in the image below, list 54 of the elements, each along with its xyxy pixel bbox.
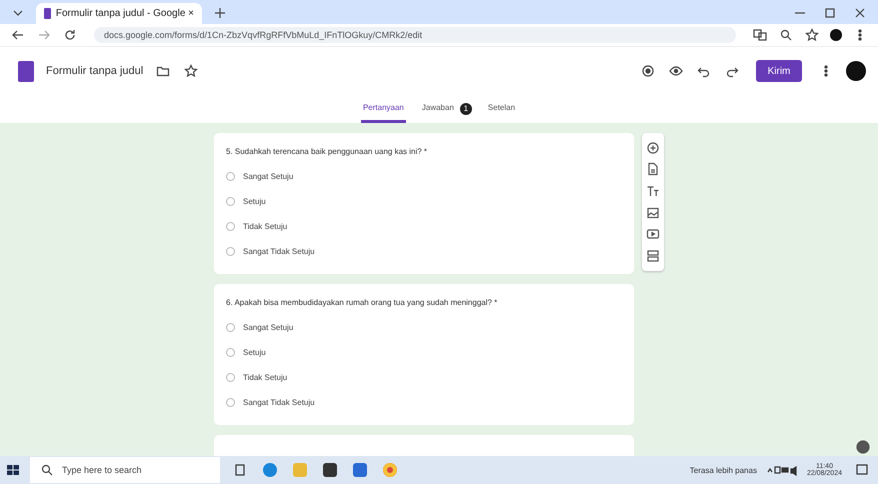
windows-icon[interactable] xyxy=(6,463,20,477)
section-icon[interactable] xyxy=(646,249,660,264)
send-button[interactable]: Kirim xyxy=(756,60,802,82)
weather-text[interactable]: Terasa lebih panas xyxy=(690,466,757,474)
translate-icon[interactable] xyxy=(753,28,767,42)
form-title[interactable]: Formulir tanpa judul xyxy=(46,65,144,77)
option-label: Setuju xyxy=(243,197,266,206)
forms-icon[interactable] xyxy=(18,60,34,82)
avatar-icon[interactable] xyxy=(846,61,866,81)
option-label: Setuju xyxy=(243,348,266,357)
count-badge: 1 xyxy=(460,103,472,115)
forms-icon xyxy=(44,8,51,19)
notification-icon[interactable] xyxy=(855,463,869,477)
radio-button[interactable] xyxy=(226,172,235,181)
import-icon[interactable] xyxy=(646,162,660,176)
search-icon xyxy=(40,463,54,477)
new-tab-icon[interactable] xyxy=(213,6,227,20)
zoom-icon[interactable] xyxy=(779,28,793,42)
option-label: Sangat Tidak Setuju xyxy=(243,247,315,256)
option-label: Tidak Setuju xyxy=(243,373,288,382)
option-label: Tidak Setuju xyxy=(243,222,288,231)
avatar-icon[interactable] xyxy=(830,29,842,41)
title-icon[interactable] xyxy=(646,184,660,198)
option-label: Sangat Setuju xyxy=(243,323,294,332)
form-tab[interactable]: Setelan xyxy=(486,95,518,123)
question-text: 6. Apakah bisa membudidayakan rumah orang tua yang sudah meninggal? * xyxy=(226,298,498,307)
system-tray-icon[interactable] xyxy=(766,463,797,477)
restore-icon[interactable] xyxy=(823,6,837,20)
add-question-icon[interactable] xyxy=(646,140,660,155)
address-bar[interactable]: docs.google.com/forms/d/1Cn-ZbzVqvfRgRFfVbMuLd_IFnTlOGkuy/CMRk2/edit xyxy=(94,27,736,43)
tab-title: Formulir tanpa judul - Google × xyxy=(56,8,194,19)
task-view-icon[interactable] xyxy=(233,463,247,477)
form-tab[interactable]: Jawaban xyxy=(420,95,456,123)
image-icon[interactable] xyxy=(646,206,660,220)
reload-icon[interactable] xyxy=(63,28,77,42)
back-icon[interactable] xyxy=(11,28,25,42)
option-label: Sangat Setuju xyxy=(243,172,294,181)
question-text: 5. Sudahkah terencana baik penggunaan uang kas ini? * xyxy=(226,147,428,156)
radio-button[interactable] xyxy=(226,222,235,231)
radio-button[interactable] xyxy=(226,323,235,332)
option-label: Sangat Tidak Setuju xyxy=(243,398,315,407)
preview-icon[interactable] xyxy=(669,64,683,78)
radio-button[interactable] xyxy=(226,348,235,357)
radio-button[interactable] xyxy=(226,398,235,407)
search-placeholder: Type here to search xyxy=(62,465,142,475)
search-field[interactable]: Type here to search xyxy=(30,457,220,483)
video-icon[interactable] xyxy=(646,227,660,242)
radio-button[interactable] xyxy=(226,247,235,256)
radio-button[interactable] xyxy=(226,373,235,382)
browser-tab[interactable]: Formulir tanpa judul - Google × xyxy=(36,3,202,24)
close-icon[interactable] xyxy=(853,6,867,20)
star-icon[interactable] xyxy=(805,28,819,42)
radio-button[interactable] xyxy=(226,197,235,206)
star-icon[interactable] xyxy=(184,64,198,78)
